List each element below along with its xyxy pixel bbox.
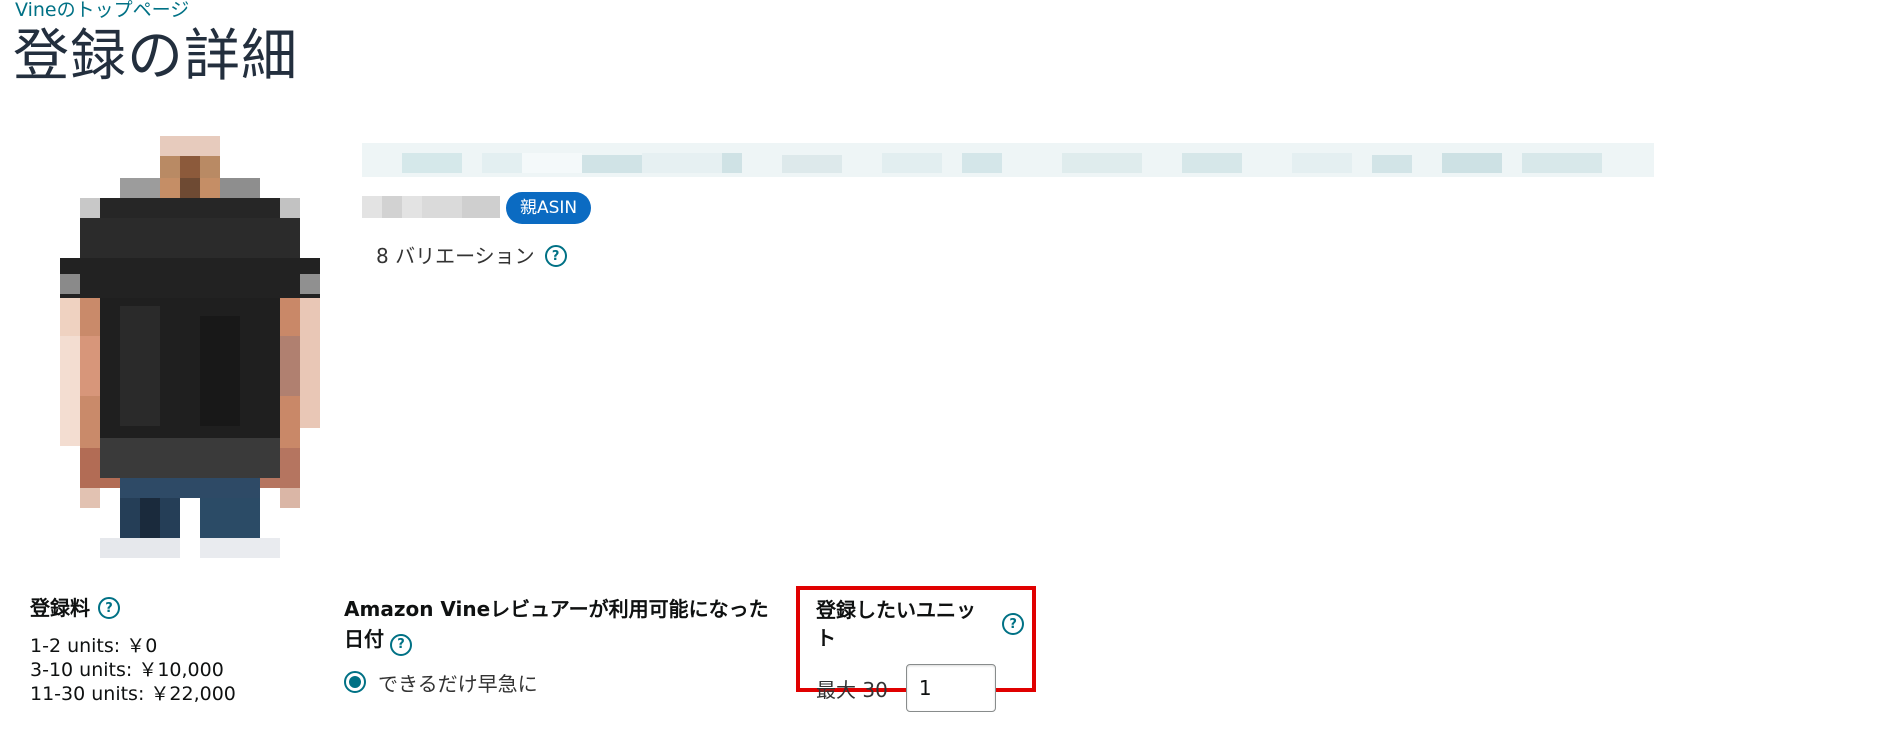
asin-redacted xyxy=(362,196,500,218)
units-content: 登録したいユニット ? 最大 30 xyxy=(816,596,1024,712)
units-input-row: 最大 30 xyxy=(816,664,1024,712)
product-image xyxy=(60,136,320,558)
fee-list: 1-2 units: ￥0 3-10 units: ￥10,000 11-30 … xyxy=(30,634,330,706)
variations-label: 8 バリエーション xyxy=(376,244,535,268)
asap-radio-option[interactable]: できるだけ早急に xyxy=(344,668,784,697)
breadcrumb-vine-top[interactable]: Vineのトップページ xyxy=(15,0,189,21)
units-heading: 登録したいユニット ? xyxy=(816,596,1024,652)
units-section-highlight: 登録したいユニット ? 最大 30 xyxy=(796,586,1036,712)
fee-row: 3-10 units: ￥10,000 xyxy=(30,659,224,681)
availability-date-heading: Amazon Vineレビュアーが利用可能になった日付? xyxy=(344,594,784,656)
radio-selected-dot xyxy=(349,676,361,688)
registration-fee-label: 登録料 xyxy=(30,596,90,620)
page-title: 登録の詳細 xyxy=(13,24,298,89)
asap-radio-button[interactable] xyxy=(344,671,366,693)
fee-row: 11-30 units: ￥22,000 xyxy=(30,683,236,705)
units-label: 登録したいユニット xyxy=(816,598,976,650)
units-help-icon[interactable]: ? xyxy=(1002,613,1024,635)
registration-fee-section: 登録料 ? 1-2 units: ￥0 3-10 units: ￥10,000 … xyxy=(30,594,330,706)
availability-date-section: Amazon Vineレビュアーが利用可能になった日付? できるだけ早急に xyxy=(344,594,784,697)
availability-date-help-icon[interactable]: ? xyxy=(390,633,412,656)
registration-fee-heading: 登録料 ? xyxy=(30,594,330,622)
units-quantity-input[interactable] xyxy=(905,664,996,712)
units-max-label: 最大 30 xyxy=(816,677,888,702)
variations-help-icon[interactable]: ? xyxy=(544,245,567,267)
fee-row: 1-2 units: ￥0 xyxy=(30,635,158,657)
page: Vineのトップページ 登録の詳細 親ASIN 8 バリエーション ? 登録料 … xyxy=(0,0,1894,755)
registration-fee-help-icon[interactable]: ? xyxy=(98,597,120,619)
parent-asin-badge: 親ASIN xyxy=(506,192,592,224)
variations-info: 8 バリエーション ? xyxy=(376,242,567,270)
asap-radio-label: できるだけ早急に xyxy=(378,671,538,696)
product-title-redacted xyxy=(362,143,1654,177)
